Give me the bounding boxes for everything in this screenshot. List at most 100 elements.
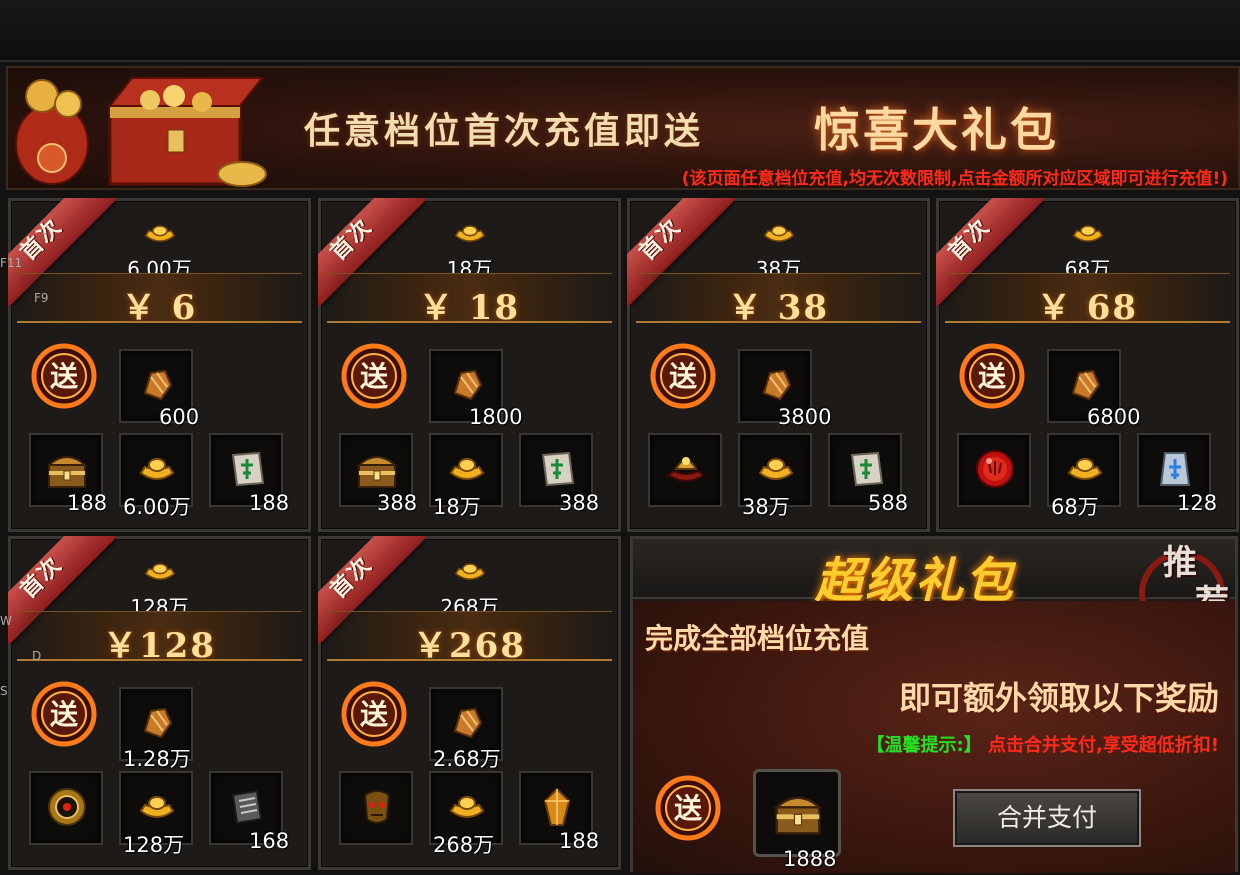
golden-compass-icon: [48, 788, 86, 826]
tip-label: 【温馨提示:】: [866, 735, 982, 756]
reward-qty: 268万: [433, 833, 495, 857]
super-gift-pack: 超级礼包 推 荐 完成全部档位充值 即可额外领取以下奖励 【温馨提示:】 点击合…: [630, 536, 1238, 873]
send-badge-icon: 送: [31, 681, 97, 747]
super-pack-header: 超级礼包 推 荐: [633, 539, 1235, 623]
reward-qty: 188: [67, 491, 108, 515]
main-reward-qty: 6800: [1087, 405, 1141, 429]
recharge-pack[interactable]: 首次 68万 ￥ 68 送 6800 68万 128: [936, 198, 1239, 532]
reward-qty: 18万: [433, 495, 481, 519]
demon-mask-icon: [363, 790, 391, 824]
reward-slot[interactable]: [648, 433, 722, 507]
send-badge-label: 送: [360, 360, 388, 393]
send-badge-label: 送: [360, 698, 388, 731]
reward-qty: 1888: [783, 847, 837, 871]
meat-ingot-icon: [453, 707, 483, 739]
banner-title: 任意档位首次充值即送: [304, 110, 705, 152]
recharge-pack[interactable]: 首次 128万 ￥128 送 1.28万 128万 168: [8, 536, 311, 870]
main-reward-qty: 1.28万: [123, 747, 191, 771]
gold-ingot-icon: [144, 563, 175, 580]
price-band[interactable]: ￥ 38: [636, 273, 921, 328]
treasure-chest-icon: [46, 456, 88, 488]
gold-ingot-icon: [763, 225, 794, 242]
price-label: ￥128: [103, 626, 216, 666]
tip-text: 点击合并支付,享受超低折扣!: [987, 735, 1219, 756]
talisman-scroll-icon: [231, 451, 265, 487]
tip-message: 【温馨提示:】 点击合并支付,享受超低折扣!: [866, 731, 1219, 757]
blue-rune-stone-icon: [1159, 452, 1191, 486]
gold-ingot-icon: [144, 225, 175, 242]
side-key-d: D: [32, 649, 42, 663]
reward-qty: 68万: [1051, 495, 1099, 519]
price-band[interactable]: ￥268: [327, 611, 612, 666]
price-label: ￥ 18: [418, 288, 521, 328]
send-badge-label: 送: [674, 792, 702, 825]
skill-book-icon: [231, 789, 263, 825]
reward-slot[interactable]: [957, 433, 1031, 507]
gold-ingot-icon: [449, 458, 485, 480]
banner-note: (该页面任意档位充值,均无次数限制,点击金额所对应区域即可进行充值!): [681, 169, 1228, 189]
gold-ingot-icon: [139, 796, 175, 818]
gold-ingot-icon: [758, 458, 794, 480]
first-recharge-banner: 任意档位首次充值即送 惊喜大礼包 (该页面任意档位充值,均无次数限制,点击金额所…: [6, 66, 1240, 190]
talisman-scroll-icon: [541, 451, 575, 487]
meat-ingot-icon: [453, 369, 483, 401]
main-reward-qty: 600: [159, 405, 200, 429]
reward-qty: 128: [1177, 491, 1218, 515]
recharge-pack[interactable]: 首次 38万 ￥ 38 送 3800 38万 588: [627, 198, 930, 532]
reward-qty: 38万: [742, 495, 790, 519]
treasure-chest-art: [15, 77, 267, 187]
send-badge-icon: 送: [341, 343, 407, 409]
recharge-pack[interactable]: 首次 268万 ￥268 送 2.68万 268万 188: [318, 536, 621, 870]
send-badge-label: 送: [978, 360, 1006, 393]
recommend-char-a: 推: [1163, 543, 1197, 583]
price-band[interactable]: ￥128: [17, 611, 302, 666]
price-label: ￥268: [413, 626, 526, 666]
super-pack-line2: 即可额外领取以下奖励: [898, 679, 1219, 717]
side-key-w: W: [0, 614, 12, 628]
merge-pay-button[interactable]: 合并支付: [953, 789, 1141, 847]
red-orb-icon: [976, 450, 1014, 488]
main-reward-qty: 3800: [778, 405, 832, 429]
price-band[interactable]: ￥ 18: [327, 273, 612, 328]
price-label: ￥ 6: [121, 288, 198, 328]
recharge-pack[interactable]: 首次 6.00万 ￥ 6 送 600 188 6.00万 188: [8, 198, 311, 532]
send-badge-label: 送: [50, 360, 78, 393]
reward-qty: 388: [559, 491, 600, 515]
gold-ingot-icon: [1067, 458, 1103, 480]
warrior-helmet-icon: [666, 457, 706, 482]
treasure-chest-icon: [773, 796, 823, 835]
treasure-chest-icon: [356, 456, 398, 488]
gold-ingot-icon: [454, 563, 485, 580]
send-badge-icon: 送: [650, 343, 716, 409]
reward-slot[interactable]: [29, 771, 103, 845]
price-label: ￥ 38: [727, 288, 830, 328]
price-band[interactable]: ￥ 68: [945, 273, 1230, 328]
gold-ingot-icon: [449, 796, 485, 818]
recharge-pack[interactable]: 首次 18万 ￥ 18 送 1800 388 18万 388: [318, 198, 621, 532]
meat-ingot-icon: [1071, 369, 1101, 401]
send-badge-label: 送: [669, 360, 697, 393]
reward-qty: 128万: [123, 833, 185, 857]
gold-ingot-icon: [1072, 225, 1103, 242]
main-reward-qty: 2.68万: [433, 747, 501, 771]
send-badge-icon: 送: [959, 343, 1025, 409]
side-key-f9: F9: [34, 291, 49, 305]
reward-qty: 188: [249, 491, 290, 515]
amber-crystal-icon: [543, 787, 571, 826]
super-pack-line1: 完成全部档位充值: [645, 622, 870, 655]
price-band[interactable]: ￥ 6: [17, 273, 302, 328]
reward-chest-slot[interactable]: [753, 769, 841, 857]
send-badge-icon: 送: [655, 775, 721, 841]
reward-slot[interactable]: [339, 771, 413, 845]
send-badge-icon: 送: [341, 681, 407, 747]
reward-qty: 168: [249, 829, 290, 853]
gold-ingot-icon: [454, 225, 485, 242]
reward-qty: 188: [559, 829, 600, 853]
price-label: ￥ 68: [1036, 288, 1139, 328]
send-badge-icon: 送: [31, 343, 97, 409]
main-reward-qty: 1800: [469, 405, 523, 429]
side-key-s: S: [0, 684, 8, 698]
gold-ingot-icon: [139, 458, 175, 480]
super-pack-body: 完成全部档位充值 即可额外领取以下奖励 【温馨提示:】 点击合并支付,享受超低折…: [633, 601, 1235, 873]
send-badge-label: 送: [50, 698, 78, 731]
